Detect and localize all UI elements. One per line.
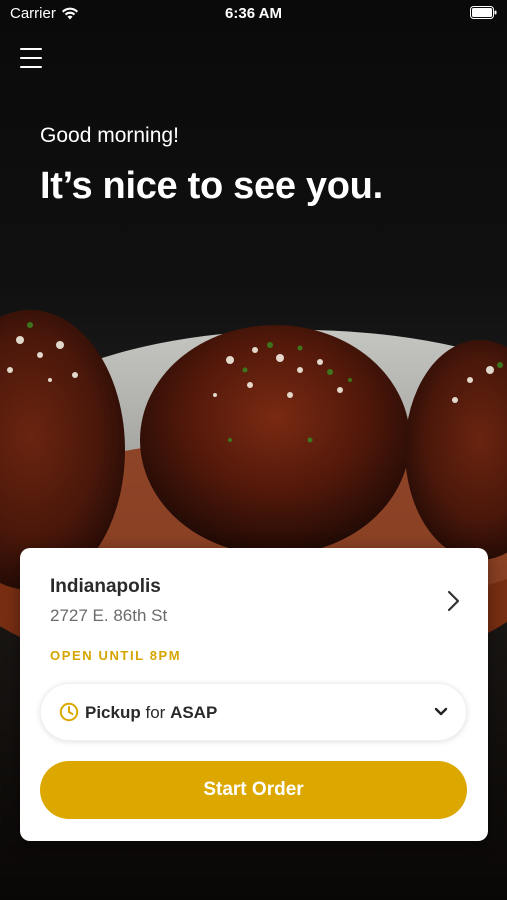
greeting-text: Good morning! [40,124,179,147]
battery-indicator [470,6,497,19]
hamburger-menu-icon[interactable] [18,46,44,70]
location-address: 2727 E. 86th St [50,606,168,625]
menu-line [20,57,42,59]
menu-line [20,48,42,50]
menu-line [20,66,42,68]
welcome-headline: It’s nice to see you. [40,165,383,207]
order-time: ASAP [170,703,218,722]
order-connector: for [145,703,166,722]
status-bar: Carrier 6:36 AM [0,0,507,28]
app-screen: Carrier 6:36 AM Good morning! It’s nice … [0,0,507,900]
chevron-down-icon [434,707,448,716]
hours-status: OPEN UNTIL 8PM [50,648,182,663]
order-method: Pickup [85,703,141,722]
chevron-right-icon[interactable] [446,590,460,612]
battery-icon [470,6,497,19]
order-type-dropdown[interactable]: Pickup for ASAP [40,683,467,741]
location-card: Indianapolis 2727 E. 86th St OPEN UNTIL … [20,548,488,841]
clock-icon [59,702,79,722]
status-time: 6:36 AM [225,5,282,22]
location-name: Indianapolis [50,576,161,597]
order-type-label: Pickup for ASAP [85,703,217,723]
start-order-button[interactable]: Start Order [40,761,467,819]
location-selector[interactable]: Indianapolis 2727 E. 86th St [20,548,488,625]
